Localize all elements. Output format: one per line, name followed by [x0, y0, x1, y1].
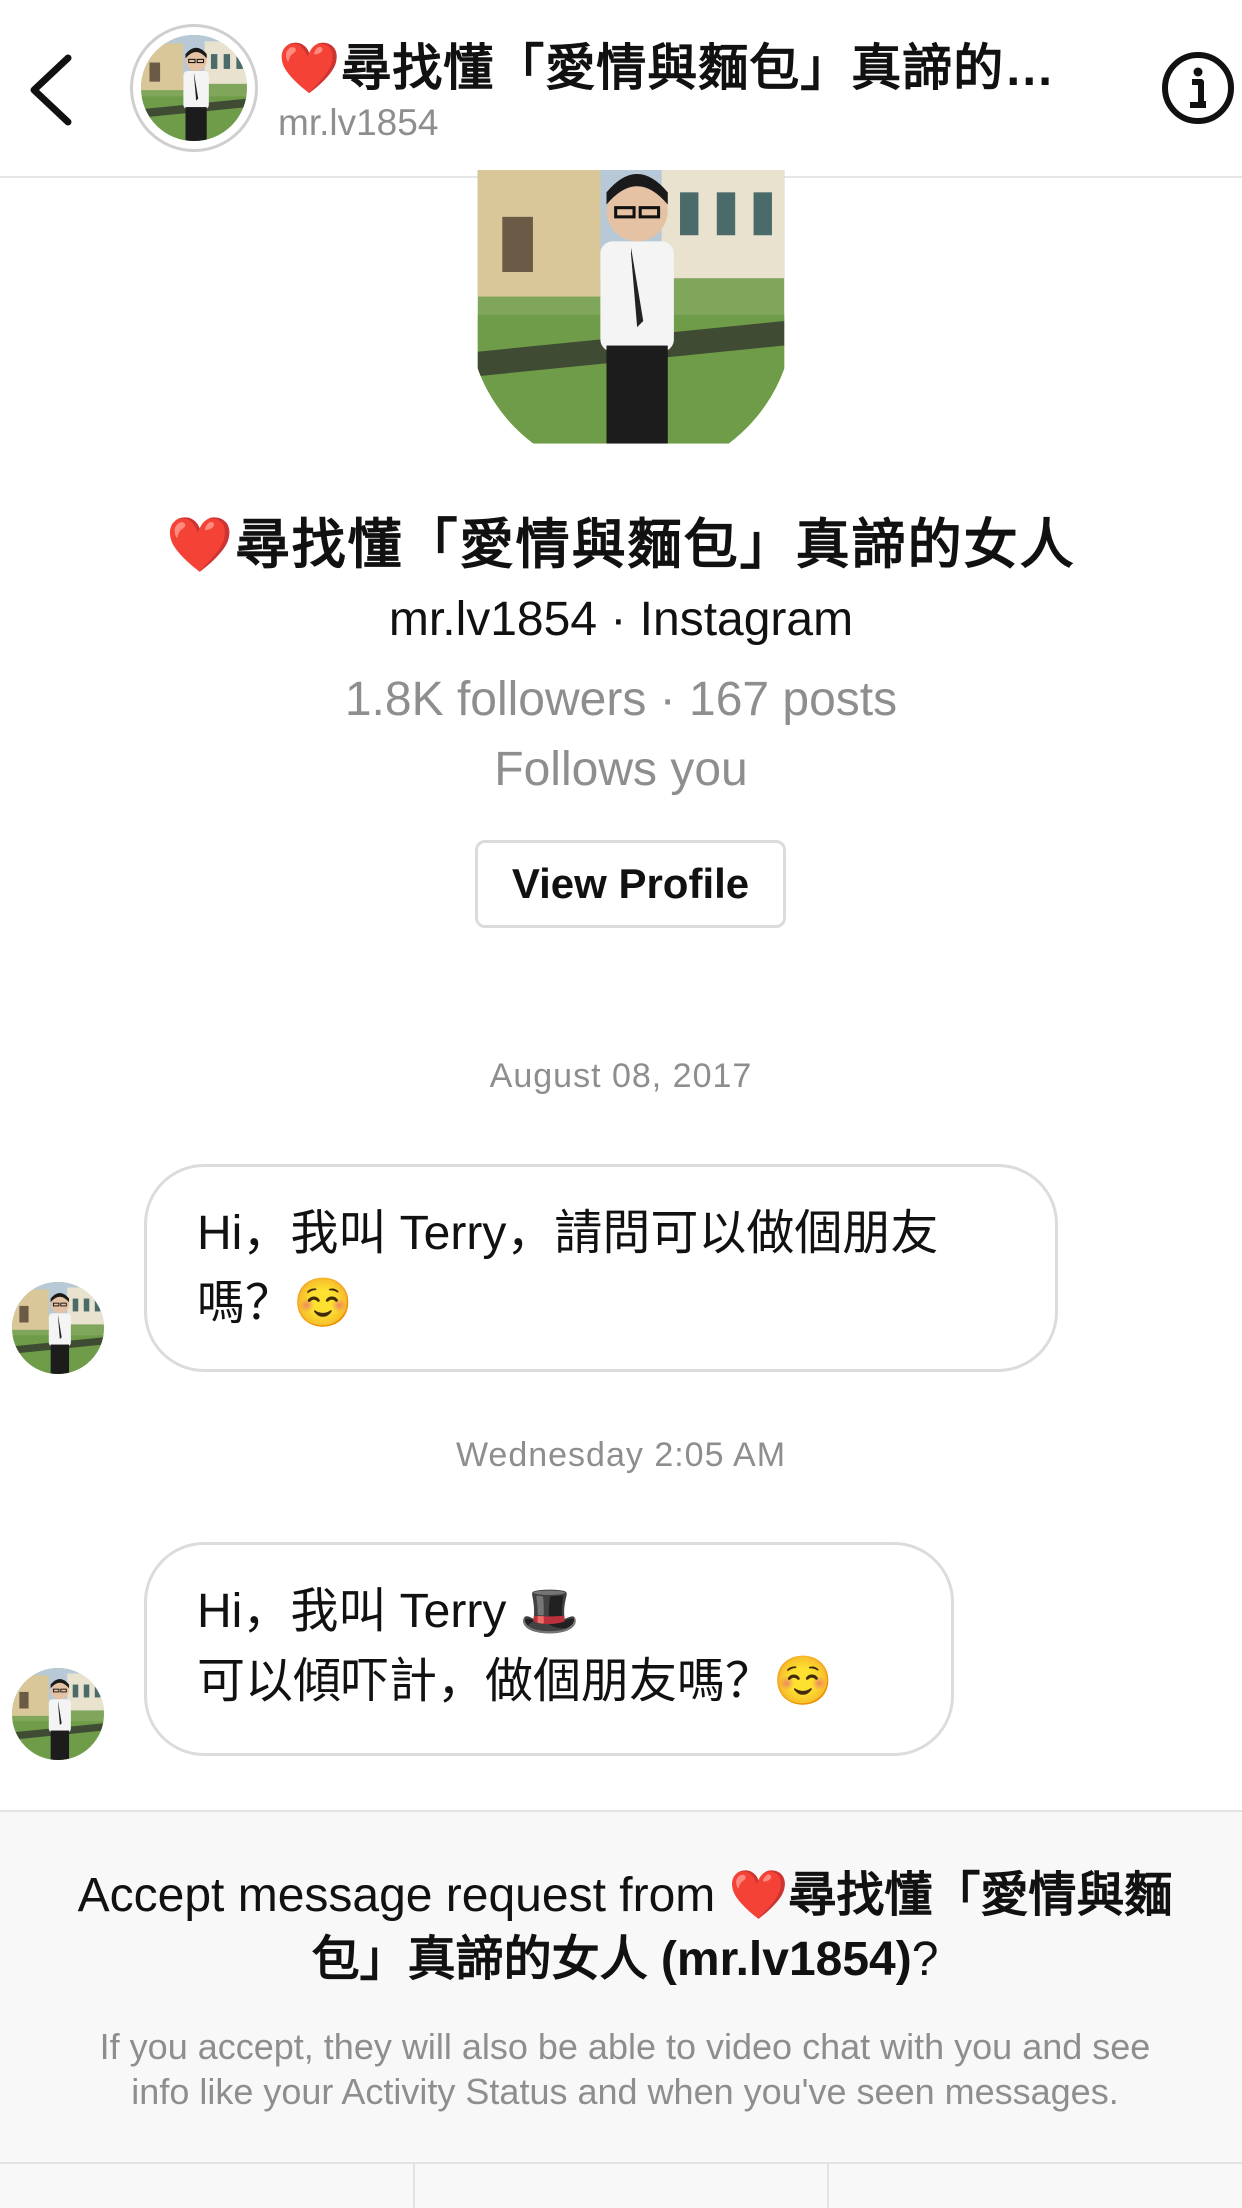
- message-timestamp: Wednesday 2:05 AM: [455, 1436, 787, 1474]
- request-action-middle[interactable]: [415, 2164, 830, 2208]
- request-sender-name-part1: ❤️尋找懂「愛情與麵: [728, 1869, 1173, 1922]
- request-description-line: If you accept, they will also be able to…: [99, 2026, 1151, 2067]
- message-request-panel: Accept message request from ❤️尋找懂「愛情與麵 包…: [0, 1810, 1242, 2208]
- view-profile-button[interactable]: View Profile: [475, 840, 786, 928]
- request-action-right[interactable]: [829, 2164, 1242, 2208]
- info-circle-icon: [1162, 52, 1234, 124]
- request-title-prefix: Accept message request from: [77, 1869, 729, 1922]
- request-action-left[interactable]: [0, 2164, 415, 2208]
- header-avatar[interactable]: [130, 24, 258, 152]
- request-description-line: info like your Activity Status and when …: [131, 2071, 1119, 2112]
- request-actions-bar: [0, 2162, 1242, 2208]
- profile-handle: mr.lv1854 · Instagram: [388, 593, 854, 646]
- sender-avatar[interactable]: [12, 1282, 104, 1374]
- message-line: Hi，我叫 Terry，請問可以做個朋友: [197, 1207, 939, 1260]
- back-button[interactable]: [22, 50, 82, 130]
- sender-avatar[interactable]: [12, 1668, 104, 1760]
- message-line: 可以傾吓計，做個朋友嗎？☺️: [197, 1655, 833, 1708]
- message-timestamp: August 08, 2017: [489, 1057, 753, 1095]
- profile-avatar[interactable]: [468, 170, 794, 476]
- message-request-description: If you accept, they will also be able to…: [10, 2024, 1240, 2114]
- message-bubble[interactable]: Hi，我叫 Terry 🎩 可以傾吓計，做個朋友嗎？☺️: [144, 1542, 954, 1756]
- follows-you-label: Follows you: [494, 743, 748, 796]
- message-line: Hi，我叫 Terry 🎩: [197, 1585, 580, 1638]
- request-title-suffix: ?: [911, 1933, 939, 1986]
- profile-stats: 1.8K followers · 167 posts: [344, 673, 898, 726]
- info-button[interactable]: [1160, 50, 1236, 126]
- chevron-left-icon: [30, 54, 72, 126]
- chat-header: ❤️尋找懂「愛情與麵包」真諦的女人 mr.lv1854: [0, 0, 1242, 178]
- message-line: 嗎？☺️: [197, 1277, 353, 1330]
- message-request-title: Accept message request from ❤️尋找懂「愛情與麵 包…: [10, 1864, 1240, 1992]
- profile-name: ❤️尋找懂「愛情與麵包」真諦的女人: [166, 515, 1076, 575]
- header-title[interactable]: ❤️尋找懂「愛情與麵包」真諦的女人: [278, 28, 1098, 100]
- request-sender-name-part2: 包」真諦的女人 (mr.lv1854): [311, 1933, 912, 1986]
- message-bubble[interactable]: Hi，我叫 Terry，請問可以做個朋友 嗎？☺️: [144, 1164, 1058, 1372]
- header-username[interactable]: mr.lv1854: [278, 102, 438, 144]
